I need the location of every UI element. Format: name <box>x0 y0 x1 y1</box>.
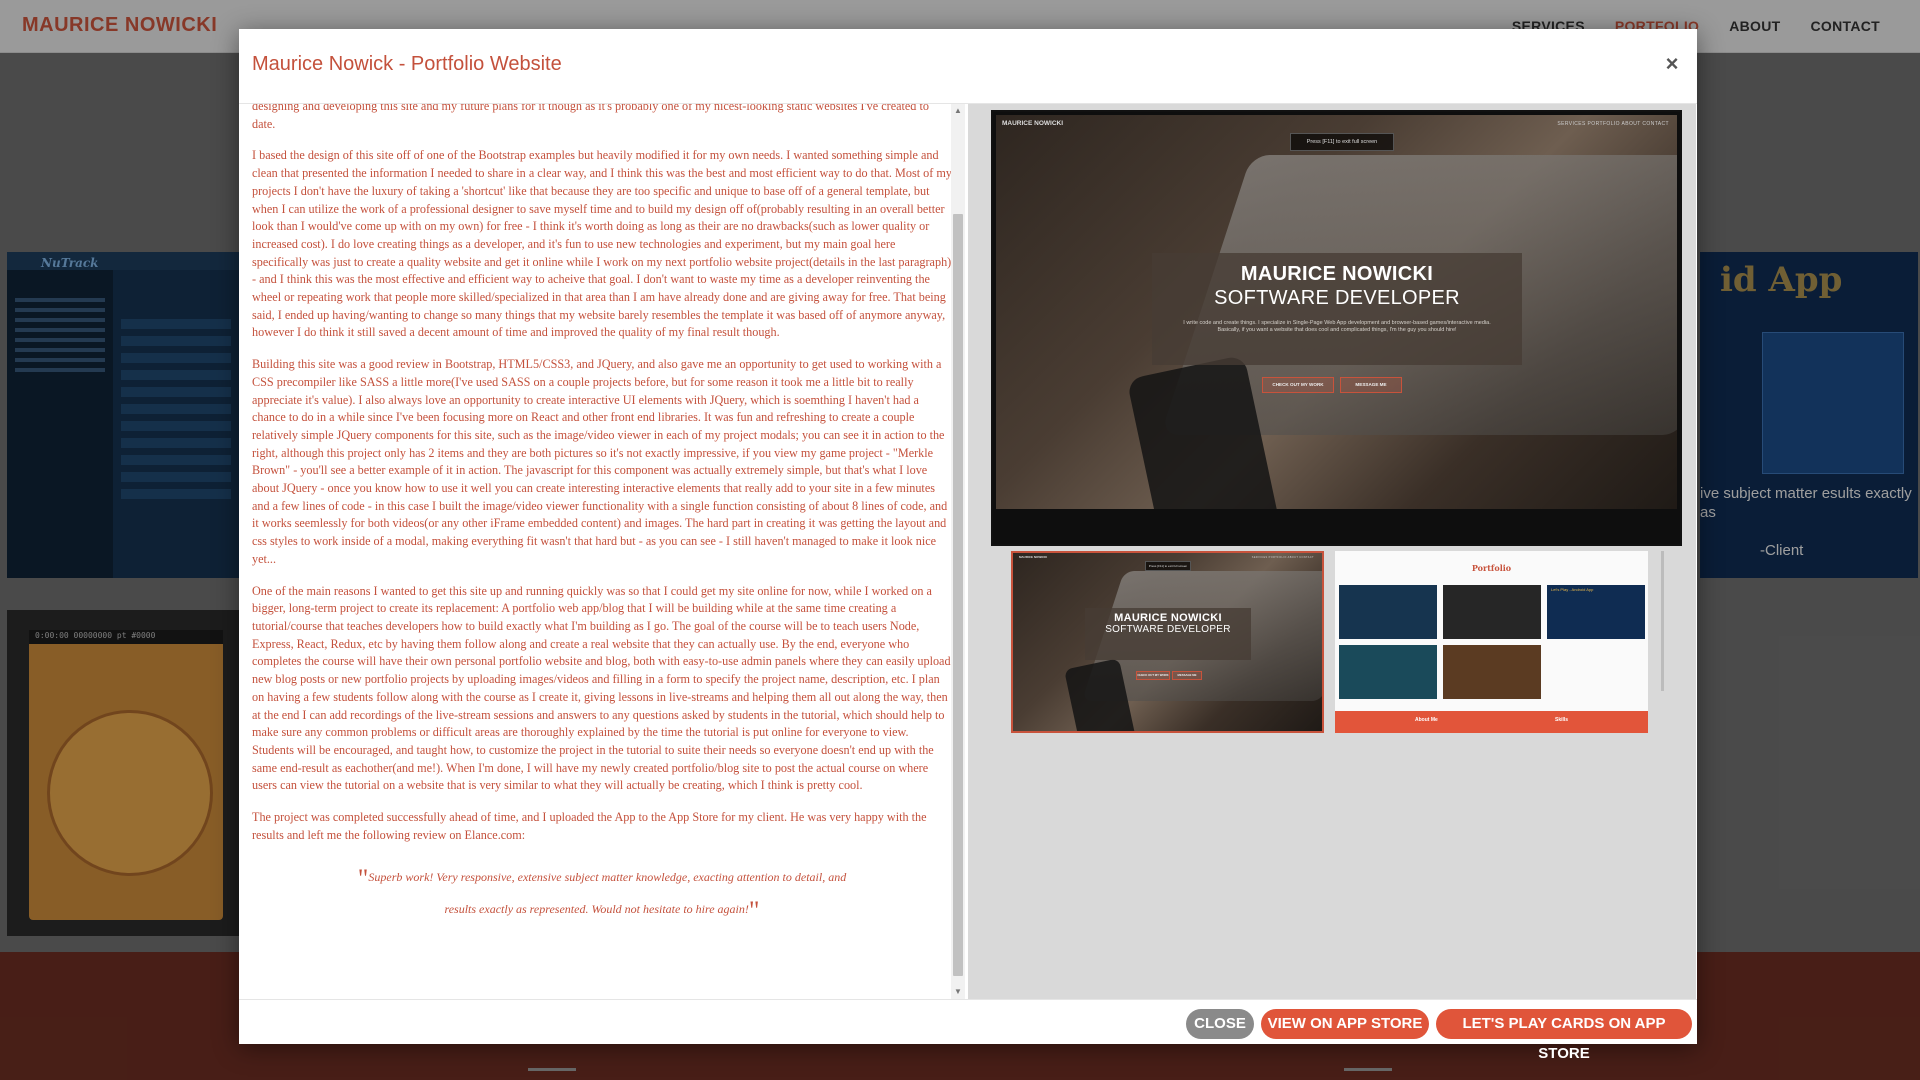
thumb-hero: MAURICE NOWICKI SOFTWARE DEVELOPER <box>1085 608 1251 660</box>
thumb-card: Let's Play - Android App <box>1547 585 1645 639</box>
thumb-portfolio-grid: Let's Play - Android App <box>1339 581 1645 709</box>
thumb-brand: MAURICE NOWICKI <box>1019 555 1048 559</box>
media-viewer: MAURICE NOWICKI SERVICES PORTFOLIO ABOUT… <box>968 104 1696 999</box>
thumbnail-homepage[interactable]: MAURICE NOWICKI SERVICES PORTFOLIO ABOUT… <box>1011 551 1324 733</box>
modal-footer: CLOSE VIEW ON APP STORE LET'S PLAY CARDS… <box>239 999 1697 1062</box>
hero-message-button: MESSAGE ME <box>1340 377 1402 393</box>
description-paragraph: Building this site was a good review in … <box>252 357 948 566</box>
thumb-card <box>1443 585 1541 639</box>
screenshot-links: SERVICES PORTFOLIO ABOUT CONTACT <box>1557 121 1669 127</box>
fullscreen-hint: Press [F11] to exit full screen <box>1290 133 1394 151</box>
thumb-card <box>1339 585 1437 639</box>
quote-close-icon: " <box>748 896 760 926</box>
hero-text: I write code and create things. I specia… <box>1183 320 1491 333</box>
thumb-links: SERVICES PORTFOLIO ABOUT CONTACT <box>1251 556 1314 559</box>
description-scrollbar[interactable]: ▲ ▼ <box>951 104 965 999</box>
scroll-down-icon[interactable]: ▼ <box>951 985 965 999</box>
view-app-store-button[interactable]: VIEW ON APP STORE <box>1261 1009 1429 1039</box>
description-paragraph: One of the main reasons I wanted to get … <box>252 583 951 793</box>
close-button[interactable]: CLOSE <box>1186 1009 1254 1039</box>
client-review: "Superb work! Very responsive, extensive… <box>252 862 952 926</box>
thumb-bar-left: About Me <box>1415 717 1438 723</box>
thumb-portfolio-bar: About Me Skills <box>1335 711 1648 733</box>
thumbnail-scrollbar[interactable] <box>1661 551 1664 691</box>
viewer-main-image[interactable]: MAURICE NOWICKI SERVICES PORTFOLIO ABOUT… <box>991 110 1682 546</box>
thumb-card <box>1339 645 1437 699</box>
thumb-screenshot: MAURICE NOWICKI SERVICES PORTFOLIO ABOUT… <box>1013 553 1322 731</box>
thumbnail-portfolio[interactable]: Portfolio Let's Play - Android App About… <box>1335 551 1648 733</box>
thumb-hero-name: MAURICE NOWICKI <box>1114 612 1222 624</box>
description-paragraph: The project was completed successfully a… <box>252 810 927 842</box>
review-line-1: "Superb work! Very responsive, extensive… <box>252 862 952 894</box>
hero-role: SOFTWARE DEVELOPER <box>1214 287 1460 309</box>
close-icon[interactable]: × <box>1659 51 1685 77</box>
thumb-work-button: CHECK OUT MY WORK <box>1136 671 1170 680</box>
thumb-hero-role: SOFTWARE DEVELOPER <box>1105 624 1231 635</box>
screenshot-homepage: MAURICE NOWICKI SERVICES PORTFOLIO ABOUT… <box>996 115 1677 509</box>
screenshot-brand: MAURICE NOWICKI <box>1002 120 1064 127</box>
scroll-thumb[interactable] <box>953 214 963 976</box>
hero-name: MAURICE NOWICKI <box>1240 263 1434 285</box>
thumb-card <box>1443 645 1541 699</box>
description-paragraph: designing and developing this site and m… <box>252 104 929 131</box>
viewer-thumbnails: MAURICE NOWICKI SERVICES PORTFOLIO ABOUT… <box>1011 551 1664 733</box>
screenshot-nav: MAURICE NOWICKI SERVICES PORTFOLIO ABOUT… <box>996 115 1677 135</box>
thumb-message-button: MESSAGE ME <box>1172 671 1202 680</box>
project-modal: Maurice Nowick - Portfolio Website × des… <box>239 29 1697 1062</box>
screenshot-hero: MAURICE NOWICKI SOFTWARE DEVELOPER I wri… <box>1152 253 1522 365</box>
lets-play-cards-button[interactable]: LET'S PLAY CARDS ON APP STORE <box>1436 1009 1692 1062</box>
quote-open-icon: " <box>357 864 369 894</box>
description-paragraph: I based the design of this site off of o… <box>252 148 952 340</box>
modal-header: Maurice Nowick - Portfolio Website × <box>239 29 1697 104</box>
thumb-portfolio-title: Portfolio <box>1471 563 1512 573</box>
project-description[interactable]: designing and developing this site and m… <box>252 104 952 999</box>
review-text-2: results exactly as represented. Would no… <box>444 902 749 917</box>
thumb-bar-right: Skills <box>1555 717 1569 723</box>
review-text-1: Superb work! Very responsive, extensive … <box>368 870 847 885</box>
hero-work-button: CHECK OUT MY WORK <box>1262 377 1334 393</box>
scroll-up-icon[interactable]: ▲ <box>951 104 965 118</box>
thumb-hint: Press [F11] to exit full screen <box>1145 561 1191 571</box>
modal-title: Maurice Nowick - Portfolio Website <box>252 53 562 75</box>
review-line-2: results exactly as represented. Would no… <box>252 894 952 926</box>
thumb-card-label: Let's Play - Android App <box>1551 587 1594 592</box>
